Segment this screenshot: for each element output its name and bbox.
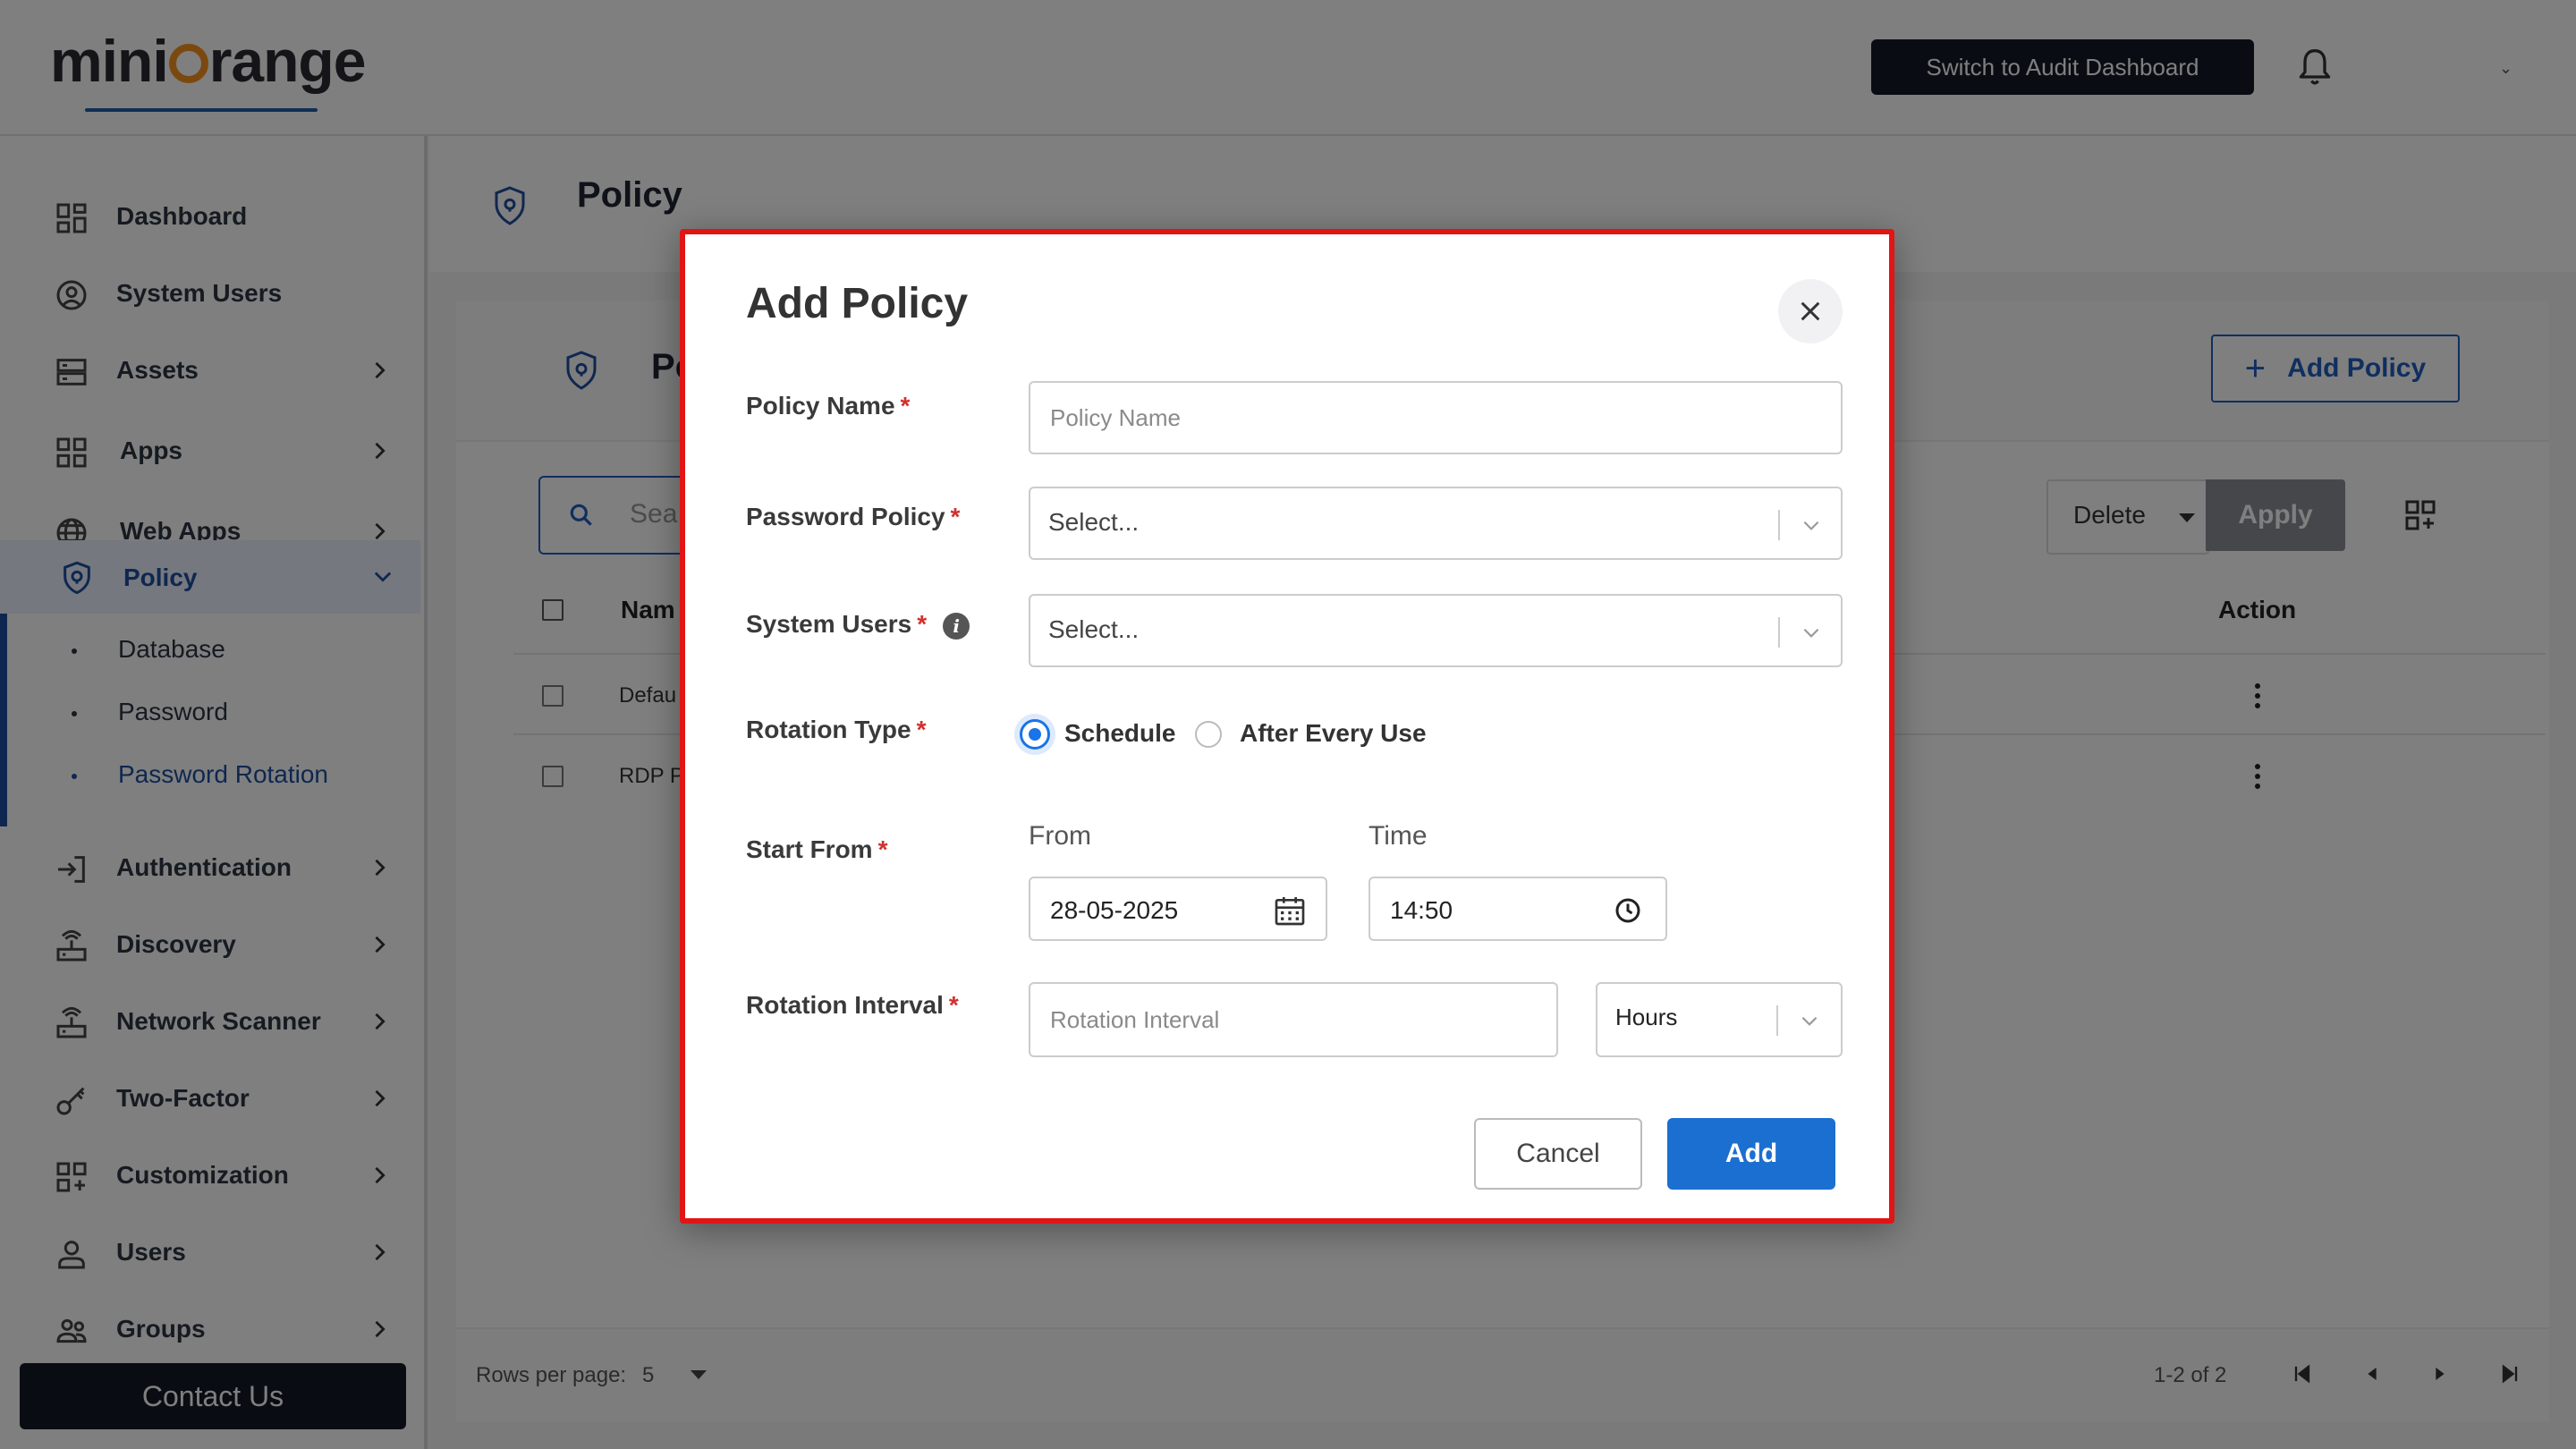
select-value: Hours — [1615, 1004, 1678, 1030]
chevron-down-icon — [1803, 628, 1819, 638]
required-mark: * — [917, 610, 928, 638]
label-text: System Users — [746, 610, 912, 638]
label-text: Password Policy — [746, 503, 945, 530]
system-users-label: System Users * i — [746, 610, 970, 640]
after-every-use-radio[interactable] — [1195, 721, 1222, 748]
select-separator — [1776, 1005, 1778, 1036]
password-policy-select[interactable]: Select... — [1029, 487, 1843, 560]
rotation-type-label: Rotation Type * — [746, 716, 927, 744]
close-dialog-button[interactable] — [1778, 279, 1843, 343]
time-value: 14:50 — [1390, 896, 1453, 924]
start-date-input[interactable]: 28-05-2025 — [1029, 877, 1327, 941]
select-value: Select... — [1048, 508, 1140, 536]
label-text: Policy Name — [746, 392, 895, 419]
policy-name-label: Policy Name * — [746, 392, 910, 420]
label-text: Rotation Interval — [746, 991, 944, 1019]
required-mark: * — [900, 392, 911, 419]
label-text: Start From — [746, 835, 873, 863]
schedule-radio-label[interactable]: Schedule — [1064, 719, 1175, 748]
select-separator — [1778, 617, 1780, 648]
calendar-icon[interactable] — [1272, 893, 1308, 928]
select-value: Select... — [1048, 615, 1140, 643]
rotation-interval-label: Rotation Interval * — [746, 991, 959, 1020]
required-mark: * — [950, 503, 961, 530]
date-value: 28-05-2025 — [1050, 896, 1179, 924]
from-label: From — [1029, 821, 1091, 851]
after-every-use-radio-label[interactable]: After Every Use — [1240, 719, 1427, 748]
chevron-down-icon — [1801, 1016, 1818, 1026]
time-label: Time — [1368, 821, 1428, 851]
add-policy-dialog: Add Policy Policy Name* Password Policy*… — [680, 229, 1894, 1224]
start-time-input[interactable]: 14:50 — [1368, 877, 1667, 941]
clock-icon[interactable] — [1612, 894, 1644, 927]
chevron-down-icon — [1803, 521, 1819, 530]
label-text: Rotation Type — [746, 716, 911, 743]
required-mark: * — [877, 835, 888, 863]
start-from-label: Start From * — [746, 835, 887, 864]
cancel-button[interactable]: Cancel — [1474, 1118, 1642, 1190]
required-mark: * — [948, 991, 959, 1019]
required-mark: * — [916, 716, 927, 743]
policy-name-input[interactable] — [1029, 381, 1843, 454]
info-icon[interactable]: i — [943, 612, 970, 640]
add-button[interactable]: Add — [1667, 1118, 1835, 1190]
schedule-radio[interactable] — [1020, 719, 1050, 750]
system-users-select[interactable]: Select... — [1029, 594, 1843, 667]
select-separator — [1778, 510, 1780, 540]
dialog-title: Add Policy — [746, 280, 969, 327]
close-icon — [1801, 301, 1820, 321]
rotation-interval-input[interactable] — [1029, 982, 1558, 1057]
password-policy-label: Password Policy * — [746, 503, 960, 531]
interval-unit-select[interactable]: Hours — [1596, 982, 1843, 1057]
